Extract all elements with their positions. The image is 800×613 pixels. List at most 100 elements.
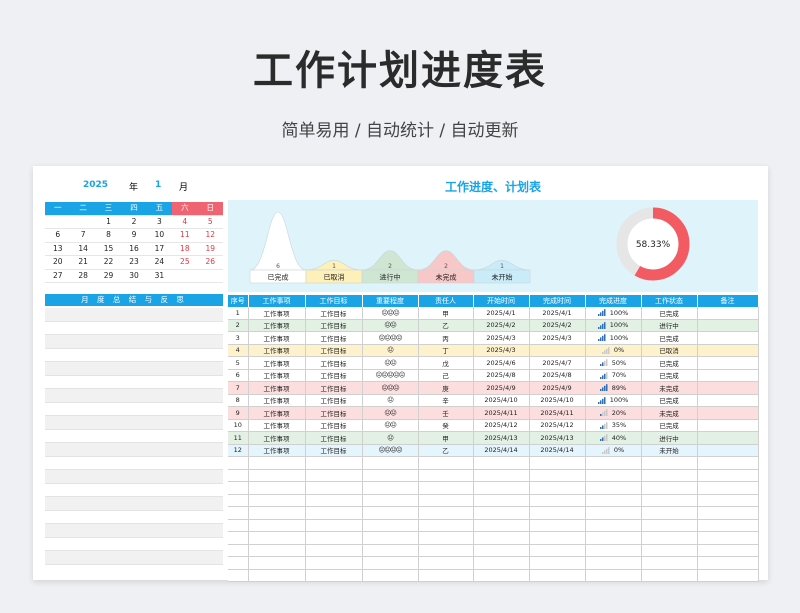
table-row[interactable]: 8 工作事项 工作目标 ☹ 辛 2025/4/10 2025/4/10 100% 已完成 xyxy=(228,394,759,407)
empty-cell[interactable] xyxy=(228,569,249,582)
progress-cell[interactable]: 100% xyxy=(585,331,642,345)
summary-line[interactable] xyxy=(45,376,223,389)
end-date-cell[interactable]: 2025/4/9 xyxy=(529,381,586,395)
start-date-cell[interactable]: 2025/4/12 xyxy=(473,419,530,432)
owner-cell[interactable]: 甲 xyxy=(418,431,474,445)
empty-cell[interactable] xyxy=(228,494,249,507)
empty-cell[interactable] xyxy=(585,469,642,482)
note-cell[interactable] xyxy=(697,319,759,332)
work-item-cell[interactable]: 工作事项 xyxy=(248,319,306,332)
work-item-cell[interactable]: 工作事项 xyxy=(248,356,306,370)
start-date-cell[interactable]: 2025/4/6 xyxy=(473,356,530,370)
status-cell[interactable]: 已完成 xyxy=(641,394,698,407)
empty-cell[interactable] xyxy=(248,456,306,470)
progress-cell[interactable]: 0% xyxy=(585,344,642,357)
empty-cell[interactable] xyxy=(248,544,306,557)
column-header[interactable]: 工作目标 xyxy=(305,295,363,307)
empty-table-row[interactable] xyxy=(228,494,759,507)
row-number-cell[interactable]: 1 xyxy=(228,307,249,320)
start-date-cell[interactable]: 2025/4/8 xyxy=(473,369,530,382)
status-cell[interactable]: 未开始 xyxy=(641,444,698,457)
empty-cell[interactable] xyxy=(641,494,698,507)
empty-cell[interactable] xyxy=(248,569,306,582)
work-goal-cell[interactable]: 工作目标 xyxy=(305,356,363,370)
calendar-day[interactable]: 5 xyxy=(198,216,223,229)
empty-cell[interactable] xyxy=(697,481,759,495)
empty-cell[interactable] xyxy=(641,556,698,570)
progress-cell[interactable]: 100% xyxy=(585,319,642,332)
empty-cell[interactable] xyxy=(418,469,474,482)
owner-cell[interactable]: 辛 xyxy=(418,394,474,407)
empty-cell[interactable] xyxy=(697,569,759,582)
summary-line[interactable] xyxy=(45,308,223,322)
empty-cell[interactable] xyxy=(228,469,249,482)
empty-cell[interactable] xyxy=(248,494,306,507)
calendar-day[interactable]: 31 xyxy=(147,270,172,283)
status-cell[interactable]: 进行中 xyxy=(641,431,698,445)
status-cell[interactable]: 已完成 xyxy=(641,356,698,370)
empty-cell[interactable] xyxy=(585,494,642,507)
empty-cell[interactable] xyxy=(697,544,759,557)
end-date-cell[interactable]: 2025/4/1 xyxy=(529,307,586,320)
column-header[interactable]: 完成进度 xyxy=(585,295,642,307)
calendar-day[interactable]: 6 xyxy=(45,229,70,242)
column-header[interactable]: 开始时间 xyxy=(473,295,530,307)
empty-cell[interactable] xyxy=(248,531,306,545)
summary-line[interactable] xyxy=(45,389,223,403)
empty-cell[interactable] xyxy=(248,481,306,495)
empty-cell[interactable] xyxy=(248,556,306,570)
empty-cell[interactable] xyxy=(248,519,306,532)
note-cell[interactable] xyxy=(697,307,759,320)
empty-cell[interactable] xyxy=(641,469,698,482)
work-item-cell[interactable]: 工作事项 xyxy=(248,307,306,320)
note-cell[interactable] xyxy=(697,419,759,432)
empty-cell[interactable] xyxy=(473,481,530,495)
row-number-cell[interactable]: 12 xyxy=(228,444,249,457)
summary-lines[interactable] xyxy=(45,308,223,565)
calendar-day[interactable]: 8 xyxy=(96,229,121,242)
end-date-cell[interactable]: 2025/4/7 xyxy=(529,356,586,370)
calendar-day[interactable]: 26 xyxy=(198,256,223,269)
summary-line[interactable] xyxy=(45,524,223,538)
work-goal-cell[interactable]: 工作目标 xyxy=(305,431,363,445)
start-date-cell[interactable]: 2025/4/9 xyxy=(473,381,530,395)
column-header[interactable]: 工作事项 xyxy=(248,295,306,307)
summary-line[interactable] xyxy=(45,511,223,524)
empty-cell[interactable] xyxy=(362,494,419,507)
calendar-day[interactable]: 30 xyxy=(121,270,146,283)
work-goal-cell[interactable]: 工作目标 xyxy=(305,319,363,332)
empty-cell[interactable] xyxy=(529,469,586,482)
empty-cell[interactable] xyxy=(473,494,530,507)
empty-cell[interactable] xyxy=(305,519,363,532)
empty-table-row[interactable] xyxy=(228,569,759,582)
empty-cell[interactable] xyxy=(418,544,474,557)
table-row[interactable]: 1 工作事项 工作目标 ☹☹☹ 甲 2025/4/1 2025/4/1 100% 已完成 xyxy=(228,307,759,320)
empty-table-row[interactable] xyxy=(228,544,759,557)
empty-cell[interactable] xyxy=(362,481,419,495)
importance-faces-cell[interactable]: ☹ xyxy=(362,431,419,445)
empty-cell[interactable] xyxy=(248,506,306,520)
empty-cell[interactable] xyxy=(529,481,586,495)
note-cell[interactable] xyxy=(697,381,759,395)
empty-cell[interactable] xyxy=(305,481,363,495)
status-cell[interactable]: 进行中 xyxy=(641,319,698,332)
empty-cell[interactable] xyxy=(473,456,530,470)
owner-cell[interactable]: 甲 xyxy=(418,307,474,320)
empty-cell[interactable] xyxy=(305,544,363,557)
importance-faces-cell[interactable]: ☹☹ xyxy=(362,406,419,420)
empty-cell[interactable] xyxy=(418,506,474,520)
empty-cell[interactable] xyxy=(305,556,363,570)
empty-cell[interactable] xyxy=(228,506,249,520)
column-header[interactable]: 序号 xyxy=(228,295,249,307)
work-goal-cell[interactable]: 工作目标 xyxy=(305,331,363,345)
empty-cell[interactable] xyxy=(305,531,363,545)
end-date-cell[interactable]: 2025/4/11 xyxy=(529,406,586,420)
row-number-cell[interactable]: 9 xyxy=(228,406,249,420)
work-goal-cell[interactable]: 工作目标 xyxy=(305,444,363,457)
summary-line[interactable] xyxy=(45,403,223,416)
importance-faces-cell[interactable]: ☹☹☹☹☹ xyxy=(362,369,419,382)
calendar-month[interactable]: 1 xyxy=(155,180,161,190)
progress-cell[interactable]: 40% xyxy=(585,431,642,445)
empty-cell[interactable] xyxy=(362,456,419,470)
end-date-cell[interactable]: 2025/4/12 xyxy=(529,419,586,432)
